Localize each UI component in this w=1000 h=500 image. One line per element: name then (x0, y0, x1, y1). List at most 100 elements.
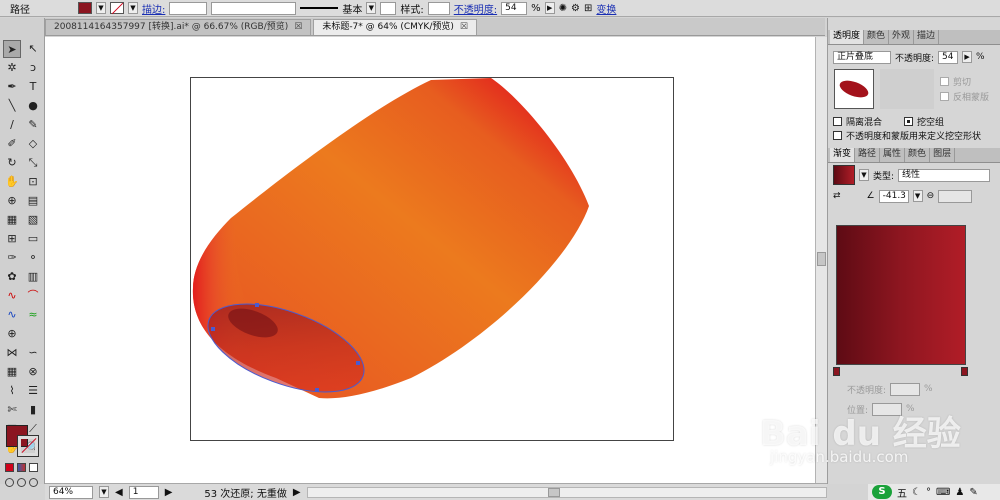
gradient-stop-right[interactable] (961, 367, 968, 376)
tab-document-1[interactable]: 2008114164357997 [转换].ai* @ 66.67% (RGB/… (45, 19, 312, 35)
curve-tool-red-icon[interactable]: ∿ (3, 287, 21, 305)
wrench-icon[interactable]: ✎ (969, 487, 977, 498)
column-graph-tool-icon[interactable]: ▥ (24, 268, 42, 286)
gradient-preview[interactable] (836, 225, 966, 365)
envelope-tool-icon[interactable]: ⋈ (3, 344, 21, 362)
selection-tool-icon[interactable]: ➤ (3, 40, 21, 58)
clip-checkbox[interactable] (940, 76, 949, 86)
mask-thumbnail[interactable] (880, 69, 934, 109)
user-icon[interactable]: ♟ (955, 487, 964, 498)
tab-transparency[interactable]: 透明度 (830, 30, 865, 44)
live-paint-tool-icon[interactable]: ▤ (24, 192, 42, 210)
stroke-color-box[interactable] (17, 435, 39, 457)
opacity-dropdown-icon[interactable]: ▶ (544, 2, 555, 14)
profile-dropdown-icon[interactable]: ▼ (366, 2, 377, 14)
gradient-type-select[interactable]: 线性 (898, 168, 991, 182)
tab-document-2[interactable]: 未标题-7* @ 64% (CMYK/预览) ☒ (313, 19, 477, 35)
isolate-blending-checkbox[interactable] (833, 116, 842, 126)
bars-tool-icon[interactable]: ▮ (24, 401, 42, 419)
stop-opacity-input[interactable] (890, 382, 921, 396)
gradient-tool-icon[interactable]: ▭ (24, 230, 42, 248)
object-thumbnail[interactable] (834, 69, 874, 109)
stroke-link[interactable]: 描边: (142, 1, 165, 16)
ellipse-tool-icon[interactable]: ● (24, 97, 42, 115)
punctuation-icon[interactable]: ° (926, 487, 931, 498)
gradient-stop-left[interactable] (833, 367, 840, 376)
arc-tool-red-icon[interactable]: ⌒ (24, 287, 42, 305)
tab-stroke[interactable]: 描边 (914, 30, 940, 44)
perspective-grid-tool-icon[interactable]: ▦ (3, 211, 21, 229)
aspect-ratio-input[interactable] (938, 189, 973, 203)
next-page-icon[interactable]: ▶ (165, 487, 173, 498)
ime-mode-label[interactable]: 五 (897, 485, 907, 500)
opacity-link[interactable]: 不透明度: (454, 1, 497, 16)
stop-location-input[interactable] (872, 402, 903, 416)
free-transform-tool-icon[interactable]: ⊡ (24, 173, 42, 191)
close-icon[interactable]: ☒ (460, 20, 468, 35)
wave-tool-green-icon[interactable]: ≈ (24, 306, 42, 324)
grid-tool-icon[interactable]: ▦ (3, 363, 21, 381)
canvas-area[interactable] (45, 37, 815, 483)
warp-tool-icon[interactable]: ✋ (3, 173, 21, 191)
panel-opacity-dropdown-icon[interactable]: ▶ (962, 51, 973, 63)
draw-inside-icon[interactable] (29, 478, 38, 487)
gradient-swatch-dropdown-icon[interactable]: ▼ (859, 169, 869, 181)
tab-appearance[interactable]: 外观 (889, 30, 915, 44)
anchor-point[interactable] (211, 327, 215, 331)
none-mode-icon[interactable] (29, 463, 38, 472)
rotate-tool-icon[interactable]: ↻ (3, 154, 21, 172)
tab-color[interactable]: 颜色 (864, 30, 890, 44)
stroke-weight-field[interactable] (169, 1, 208, 15)
knockout-group-checkbox[interactable] (904, 116, 914, 126)
anchor-point[interactable] (356, 361, 360, 365)
anchor-point[interactable] (255, 303, 259, 307)
perspective-select-tool-icon[interactable]: ▧ (24, 211, 42, 229)
transform-link[interactable]: 变换 (596, 1, 616, 16)
fill-swatch[interactable] (78, 2, 92, 14)
eraser-tool-icon[interactable]: ◇ (24, 135, 42, 153)
fill-dropdown-icon[interactable]: ▼ (96, 2, 106, 14)
first-page-icon[interactable]: ◀ (115, 487, 123, 498)
magic-wand-tool-icon[interactable]: ✲ (3, 59, 21, 77)
horizontal-scroll-thumb[interactable] (547, 487, 560, 497)
anchor-point[interactable] (315, 388, 319, 392)
zoom-select[interactable]: 64% (49, 485, 93, 499)
list-tool-icon[interactable]: ☰ (24, 382, 42, 400)
twist-tool-icon[interactable]: ⊗ (24, 363, 42, 381)
page-select[interactable]: 1 (128, 485, 159, 499)
draw-behind-icon[interactable] (17, 478, 26, 487)
tab-gradient-color[interactable]: 颜色 (905, 148, 931, 162)
stroke-none-swatch[interactable] (110, 2, 124, 15)
draw-normal-icon[interactable] (5, 478, 14, 487)
slice-tool-icon[interactable]: ✄ (3, 401, 21, 419)
panel-opacity-input[interactable]: 54 (938, 50, 959, 64)
paintbrush-tool-icon[interactable]: ∕ (3, 116, 21, 134)
gradient-mode-icon[interactable] (17, 463, 26, 472)
define-knockout-checkbox[interactable] (833, 130, 842, 140)
status-menu-icon[interactable]: ▶ (293, 487, 301, 498)
crosshair-tool-icon[interactable]: ⊕ (3, 325, 21, 343)
shape-builder-tool-icon[interactable]: ⊕ (3, 192, 21, 210)
close-icon[interactable]: ☒ (294, 20, 302, 35)
style-swatch-field[interactable] (427, 1, 450, 15)
tab-pathfinder[interactable]: 路径 (855, 148, 881, 162)
invert-mask-checkbox[interactable] (940, 91, 949, 101)
stroke-dropdown-icon[interactable]: ▼ (128, 2, 138, 14)
stroke-profile-label[interactable]: 基本 (342, 1, 362, 16)
transform-grid-icon[interactable]: ⊞ (584, 3, 592, 14)
brush-field[interactable] (380, 1, 397, 15)
tab-gradient[interactable]: 渐变 (830, 148, 856, 162)
variable-width-field[interactable] (211, 1, 297, 15)
squiggle-tool-icon[interactable]: ⌇ (3, 382, 21, 400)
direct-selection-tool-icon[interactable]: ↖ (24, 40, 42, 58)
gradient-angle-input[interactable]: -41.3 (878, 189, 909, 203)
vertical-scrollbar[interactable] (815, 37, 827, 483)
line-tool-icon[interactable]: ╲ (3, 97, 21, 115)
symbol-sprayer-tool-icon[interactable]: ✿ (3, 268, 21, 286)
tab-attributes[interactable]: 属性 (880, 148, 906, 162)
pencil-tool-icon[interactable]: ✎ (24, 116, 42, 134)
lasso-tool-icon[interactable]: ↄ (24, 59, 42, 77)
align-icon[interactable]: ⚙ (571, 3, 580, 14)
opacity-input[interactable]: 54 (501, 1, 528, 15)
blend-mode-select[interactable]: 正片叠底 (833, 50, 891, 64)
